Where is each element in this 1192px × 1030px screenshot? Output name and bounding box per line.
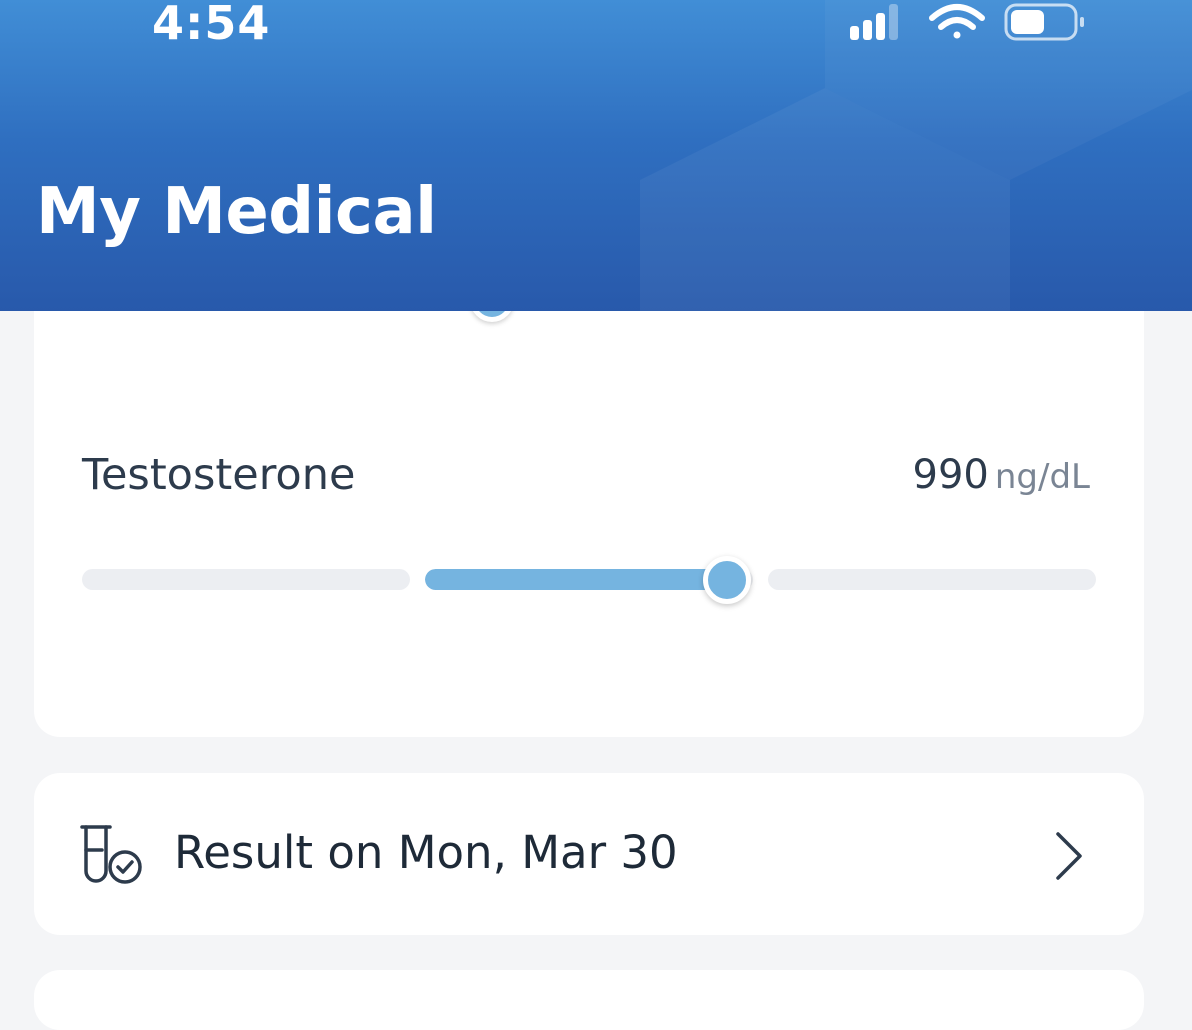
status-time: 4:54 bbox=[152, 0, 271, 50]
cellular-signal-icon bbox=[850, 4, 898, 40]
biomarker-value: 990 bbox=[912, 452, 989, 498]
range-segment-fill bbox=[425, 569, 727, 590]
header: 4:54 My Medical bbox=[0, 0, 1192, 311]
status-icons bbox=[848, 2, 1088, 50]
next-card[interactable] bbox=[34, 970, 1144, 1030]
battery-icon bbox=[1004, 3, 1084, 41]
chevron-right-icon[interactable] bbox=[1050, 830, 1090, 886]
biomarker-unit: ng/dL bbox=[994, 457, 1090, 497]
wifi-icon bbox=[929, 4, 985, 39]
range-segment-low bbox=[82, 569, 410, 590]
status-icons-svg bbox=[850, 3, 1084, 41]
range-indicator-knob bbox=[702, 556, 751, 604]
biomarker-reading: 990 ng/dL bbox=[913, 448, 1090, 510]
biomarker-name: Testosterone bbox=[82, 450, 356, 500]
result-date-label: Result on Mon, Mar 30 bbox=[174, 826, 678, 879]
test-tube-check-icon bbox=[80, 823, 144, 889]
range-segment-high bbox=[768, 569, 1096, 590]
page-title: My Medical bbox=[36, 175, 437, 249]
